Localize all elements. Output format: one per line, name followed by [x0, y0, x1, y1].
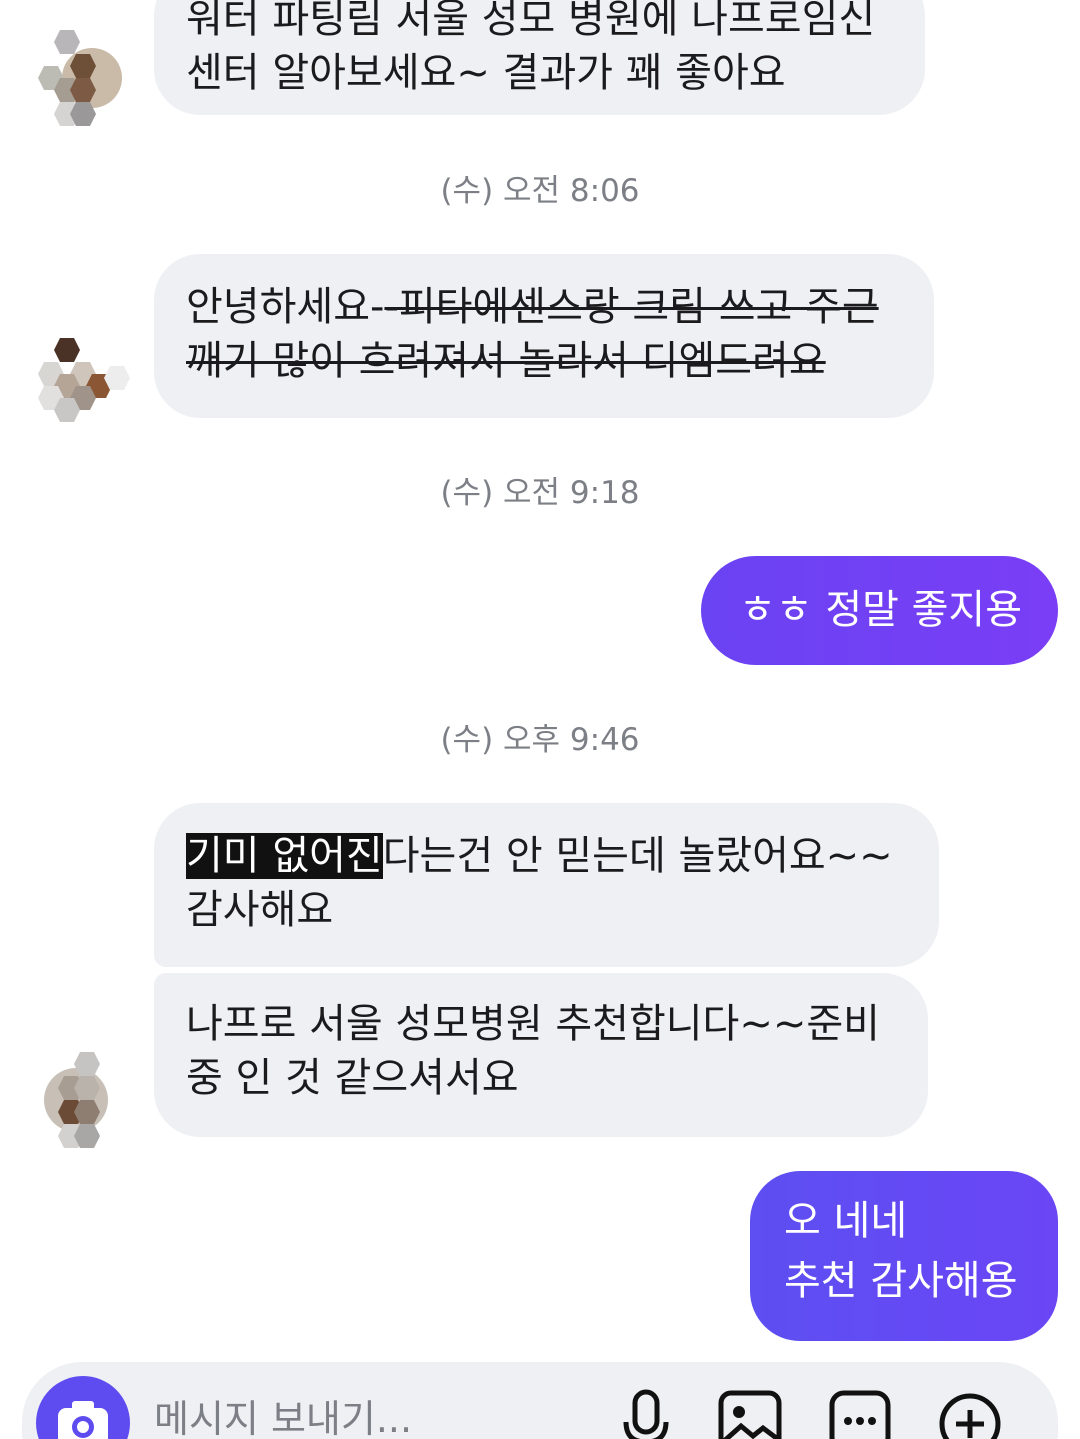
- sender-avatar[interactable]: [30, 28, 126, 128]
- plus-icon: [939, 1393, 1001, 1439]
- camera-icon: [58, 1401, 108, 1439]
- message-text-strikethrough: -피타에센스랑 크림 쓰고 주근: [384, 284, 879, 330]
- message-bubble-outgoing[interactable]: 오 네네 추천 감사해용: [750, 1171, 1058, 1341]
- message-text: 중 인 것 같으셔서요: [186, 1055, 519, 1101]
- message-text: 다는건 안 믿는데 놀랐어요~~: [382, 833, 893, 879]
- message-bubble-incoming[interactable]: 워터 파팅림 서울 성모 병원에 나프로임신 센터 알아보세요~ 결과가 꽤 좋…: [154, 0, 925, 115]
- message-text: 오 네네: [784, 1198, 908, 1244]
- message-bubble-incoming[interactable]: 안녕하세요--피타에센스랑 크림 쓰고 주근 깨기 많이 흐려져서 놀라서 디엠…: [154, 254, 934, 418]
- message-bubble-incoming[interactable]: 기미 없어진다는건 안 믿는데 놀랐어요~~ 감사해요: [154, 803, 939, 967]
- message-bubble-outgoing[interactable]: ㅎㅎ 정말 좋지용: [701, 556, 1058, 665]
- sender-avatar[interactable]: [30, 336, 140, 426]
- message-text-highlighted: 기미 없어진: [186, 833, 383, 879]
- message-text-strikethrough: 깨기 많이 흐려져서 놀라서 디엠드려요: [186, 338, 826, 384]
- microphone-button[interactable]: [618, 1388, 674, 1439]
- message-text: 추천 감사해용: [784, 1258, 1018, 1304]
- message-text: 안녕하세요-: [186, 284, 385, 330]
- sender-avatar[interactable]: [42, 1052, 116, 1152]
- message-bubble-incoming[interactable]: 나프로 서울 성모병원 추천합니다~~준비 중 인 것 같으셔서요: [154, 973, 928, 1137]
- message-text: 센터 알아보세요~ 결과가 꽤 좋아요: [186, 50, 786, 96]
- camera-button[interactable]: [36, 1376, 130, 1439]
- message-text: ㅎㅎ 정말 좋지용: [739, 587, 1023, 633]
- gallery-button[interactable]: [717, 1388, 783, 1439]
- sticker-icon: [829, 1390, 891, 1439]
- timestamp: (수) 오전 9:18: [440, 475, 640, 511]
- message-input[interactable]: 메시지 보내기...: [154, 1394, 412, 1439]
- message-text: 워터 파팅림 서울 성모 병원에 나프로임신: [186, 0, 876, 42]
- sticker-button[interactable]: [828, 1388, 894, 1439]
- message-text: 감사해요: [186, 887, 334, 933]
- timestamp: (수) 오전 8:06: [440, 173, 640, 209]
- timestamp: (수) 오후 9:46: [440, 722, 640, 758]
- chat-screen: 워터 파팅림 서울 성모 병원에 나프로임신 센터 알아보세요~ 결과가 꽤 좋…: [0, 0, 1080, 1439]
- more-button[interactable]: [936, 1388, 1006, 1439]
- message-text: 나프로 서울 성모병원 추천합니다~~준비: [186, 1001, 880, 1047]
- image-icon: [718, 1390, 782, 1439]
- microphone-icon: [623, 1389, 669, 1439]
